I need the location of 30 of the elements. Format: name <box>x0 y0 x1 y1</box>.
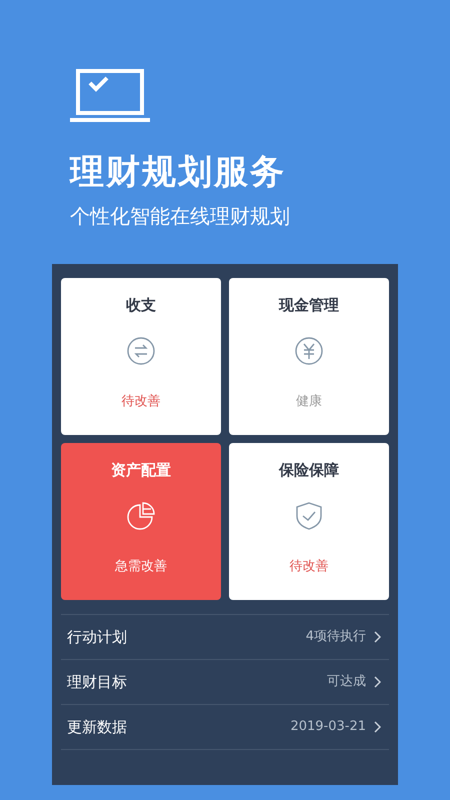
chevron-right-icon <box>374 631 381 643</box>
list-row[interactable]: 行动计划 4项待执行 <box>61 614 389 659</box>
exchange-icon <box>126 336 156 366</box>
category-card[interactable]: 现金管理 健康 <box>229 278 389 435</box>
card-title: 收支 <box>126 295 156 316</box>
status-label: 待改善 <box>122 393 160 411</box>
status-label: 待改善 <box>290 558 328 576</box>
row-label: 理财目标 <box>67 672 127 693</box>
status-label: 健康 <box>296 393 322 411</box>
row-value: 可达成 <box>327 673 366 692</box>
page-subtitle: 个性化智能在线理财规划 <box>70 203 291 230</box>
pie-chart-icon <box>126 501 156 531</box>
page-title: 理财规划服务 <box>70 151 287 194</box>
row-value: 2019-03-21 <box>290 718 366 736</box>
category-card[interactable]: 收支 待改善 <box>61 278 221 435</box>
list-row[interactable]: 更新数据 2019-03-21 <box>61 704 389 749</box>
card-title: 现金管理 <box>279 295 339 316</box>
yuan-icon <box>294 336 324 366</box>
row-label: 行动计划 <box>67 626 127 648</box>
laptop-icon <box>70 68 152 124</box>
card-title: 资产配置 <box>111 460 171 481</box>
row-label: 更新数据 <box>67 716 127 738</box>
category-card[interactable]: 保险保障 待改善 <box>229 443 389 600</box>
row-value: 4项待执行 <box>306 628 366 646</box>
list-row[interactable]: 理财目标 可达成 <box>61 659 389 704</box>
card-title: 保险保障 <box>279 460 339 481</box>
chevron-right-icon <box>374 676 381 688</box>
status-label: 急需改善 <box>115 558 167 576</box>
shield-check-icon <box>294 501 324 531</box>
chevron-right-icon <box>374 721 381 733</box>
